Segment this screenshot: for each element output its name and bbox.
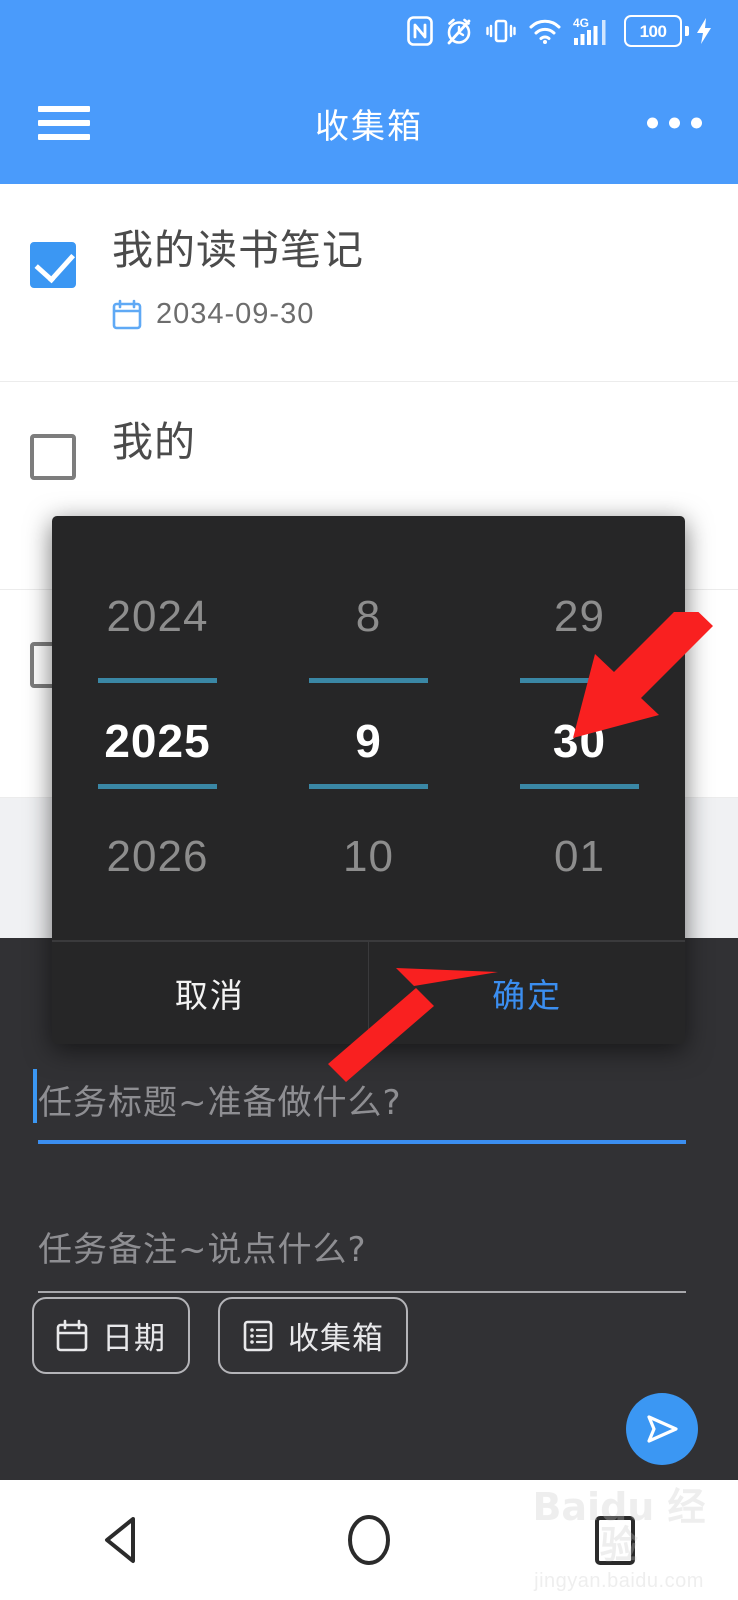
task-title: 我的: [112, 418, 196, 466]
wifi-icon: [529, 19, 561, 44]
task-note-placeholder: 任务备注~说点什么?: [38, 1230, 367, 1270]
send-button[interactable]: [626, 1393, 698, 1465]
text-caret: [33, 1069, 37, 1123]
task-title: 我的读书笔记: [112, 226, 364, 274]
year-wheel[interactable]: 2024 2025 2026: [52, 516, 263, 940]
charging-bolt-icon: [697, 18, 711, 44]
overflow-dot: [669, 117, 680, 129]
day-current-value[interactable]: 30: [474, 714, 685, 768]
field-underline: [38, 1140, 686, 1144]
day-next-value[interactable]: 01: [474, 832, 685, 882]
date-chip[interactable]: 日期: [32, 1297, 190, 1374]
battery-indicator: 100: [624, 15, 714, 47]
date-picker-wheels: 2024 2025 2026 8 9 10 29 30 01: [52, 516, 685, 940]
page-title: 收集箱: [315, 106, 423, 147]
nav-back-button[interactable]: [63, 1480, 183, 1600]
month-next-value[interactable]: 10: [263, 832, 474, 882]
year-next-value[interactable]: 2026: [52, 832, 263, 882]
day-wheel[interactable]: 29 30 01: [474, 516, 685, 940]
recents-square-icon: [595, 1516, 635, 1565]
task-title-field[interactable]: 任务标题~准备做什么?: [33, 1069, 686, 1144]
table-row[interactable]: 我的读书笔记 2034-09-30: [0, 184, 738, 382]
overflow-dot: [647, 117, 658, 129]
date-picker-dialog: 2024 2025 2026 8 9 10 29 30 01 取消 确定: [52, 516, 685, 1044]
day-selector-line-top: [520, 678, 639, 683]
confirm-button[interactable]: 确定: [369, 942, 685, 1044]
month-selector-line-top: [309, 678, 428, 683]
compose-inputs: 任务标题~准备做什么? 任务备注~说点什么?: [33, 1069, 686, 1293]
year-selector-line-bottom: [98, 784, 217, 789]
task-note-field[interactable]: 任务备注~说点什么?: [38, 1222, 686, 1293]
more-options-icon[interactable]: [647, 117, 702, 129]
vibrate-icon: [486, 19, 516, 43]
phone-screen: 4G 100 收集箱 我的读书笔记 2034-09-30 我的 任务标题~准备做…: [0, 0, 738, 1600]
task-checkbox[interactable]: [30, 434, 76, 480]
alarm-off-icon: [447, 18, 471, 45]
project-chip[interactable]: 收集箱: [218, 1297, 408, 1374]
date-chip-label: 日期: [102, 1321, 166, 1357]
battery-percent-label: 100: [639, 21, 667, 41]
calendar-icon: [56, 1319, 88, 1351]
month-selector-line-bottom: [309, 784, 428, 789]
nfc-icon: [407, 16, 433, 46]
month-wheel[interactable]: 8 9 10: [263, 516, 474, 940]
status-icons: 4G 100: [407, 15, 714, 47]
system-nav-bar: [0, 1480, 738, 1600]
dialog-actions: 取消 确定: [52, 941, 685, 1044]
cancel-button[interactable]: 取消: [52, 942, 368, 1044]
month-prev-value[interactable]: 8: [263, 592, 474, 642]
nav-recents-button[interactable]: [555, 1480, 675, 1600]
project-chip-label: 收集箱: [288, 1321, 384, 1357]
signal-4g-icon: 4G: [573, 16, 606, 45]
day-selector-line-bottom: [520, 784, 639, 789]
task-checkbox[interactable]: [30, 242, 76, 288]
svg-text:4G: 4G: [573, 16, 589, 30]
month-current-value[interactable]: 9: [263, 714, 474, 768]
year-prev-value[interactable]: 2024: [52, 592, 263, 642]
home-circle-icon: [348, 1515, 390, 1565]
task-due-date: 2034-09-30: [112, 298, 314, 331]
back-triangle-icon: [105, 1517, 135, 1563]
task-date-label: 2034-09-30: [156, 298, 315, 330]
battery-nub: [685, 26, 689, 36]
calendar-icon: [112, 299, 142, 329]
year-current-value[interactable]: 2025: [52, 714, 263, 768]
battery-icon: 100: [624, 15, 682, 47]
list-icon: [243, 1320, 273, 1351]
task-title-placeholder: 任务标题~准备做什么?: [38, 1083, 402, 1123]
send-icon: [647, 1415, 678, 1443]
nav-home-button[interactable]: [309, 1480, 429, 1600]
status-bar: 4G 100: [0, 0, 738, 62]
overflow-dot: [691, 117, 702, 129]
compose-chips: 日期 收集箱: [32, 1297, 408, 1374]
app-bar: 收集箱: [0, 62, 738, 184]
day-prev-value[interactable]: 29: [474, 592, 685, 642]
field-underline: [38, 1291, 686, 1293]
year-selector-line-top: [98, 678, 217, 683]
